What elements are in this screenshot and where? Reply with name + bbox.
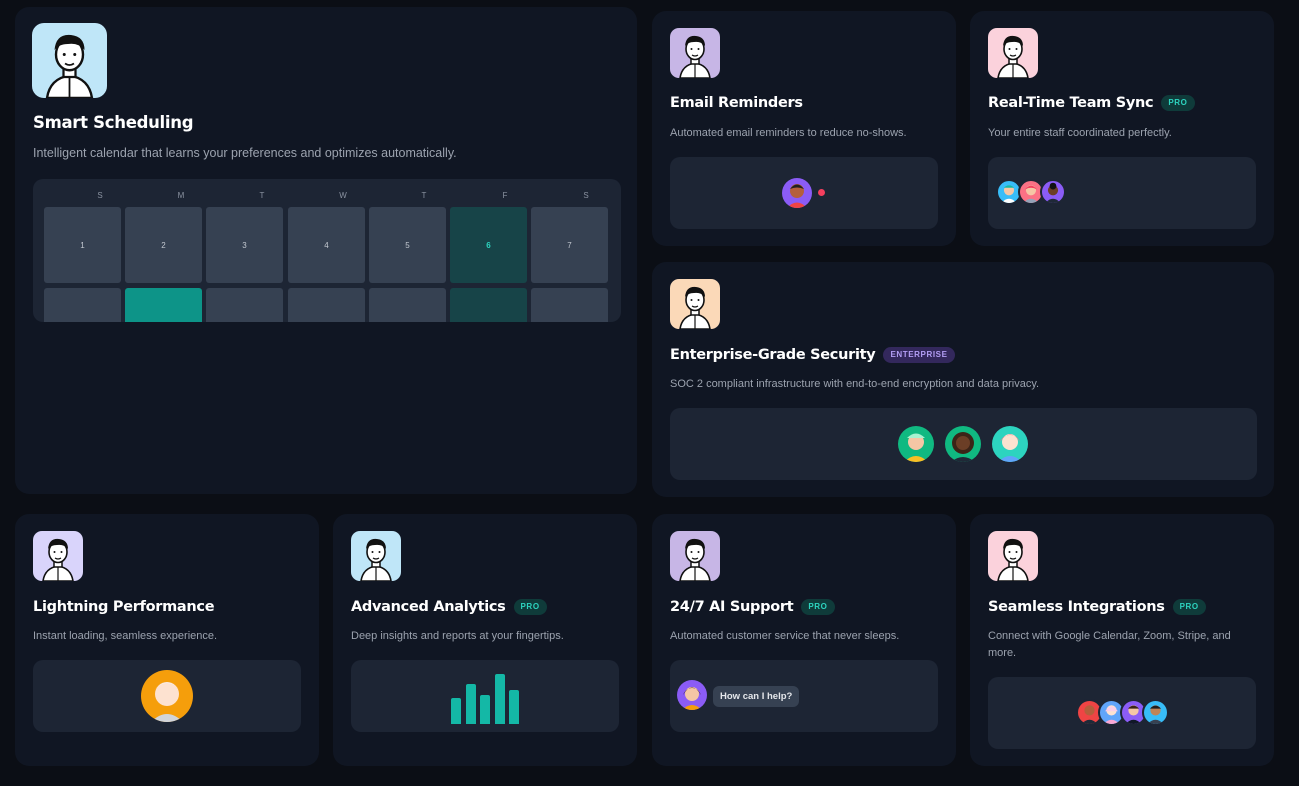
card-ai-support: 24/7 AI Support PRO Automated customer se… <box>652 514 956 766</box>
person-avatar-icon <box>898 426 934 462</box>
card-title: Email Reminders <box>670 95 803 111</box>
calendar-day-cell[interactable] <box>206 288 283 322</box>
calendar-day-cell[interactable] <box>44 288 121 322</box>
pro-badge: PRO <box>1172 599 1206 615</box>
calendar-day-cell[interactable]: 4 <box>288 207 365 283</box>
person-avatar-icon <box>945 426 981 462</box>
calendar-day-cell[interactable]: 1 <box>44 207 121 283</box>
analytics-chart-preview <box>351 660 619 732</box>
calendar-day-header: S <box>97 191 103 200</box>
reminder-preview <box>670 157 938 229</box>
card-description: SOC 2 compliant infrastructure with end-… <box>670 378 1040 390</box>
assistant-avatar-icon <box>677 680 707 710</box>
card-smart-scheduling: Smart Scheduling Intelligent calendar th… <box>15 7 637 494</box>
calendar-day-cell[interactable]: 5 <box>369 207 446 283</box>
chat-message: How can I help? <box>713 686 800 707</box>
card-analytics: Advanced Analytics PRO Deep insights and … <box>333 514 637 766</box>
notification-dot-icon <box>818 189 825 196</box>
user-avatar-icon <box>33 531 83 581</box>
person-avatar-icon <box>992 426 1028 462</box>
team-member-avatar-icon <box>1040 179 1066 205</box>
card-description: Instant loading, seamless experience. <box>33 630 218 642</box>
card-description: Automated email reminders to reduce no-s… <box>670 127 907 139</box>
calendar-day-cell[interactable]: 3 <box>206 207 283 283</box>
calendar-day-cell[interactable] <box>288 288 365 322</box>
card-team-sync: Real-Time Team Sync PRO Your entire staff… <box>970 11 1274 246</box>
card-title: Lightning Performance <box>33 599 215 615</box>
user-avatar-icon <box>988 531 1038 581</box>
analytics-bar <box>465 684 476 724</box>
analytics-bar <box>451 698 461 724</box>
security-preview <box>670 408 1257 480</box>
user-avatar-icon <box>32 23 107 98</box>
card-description: Automated customer service that never sl… <box>670 630 900 642</box>
calendar-day-header: F <box>502 191 508 200</box>
user-avatar-icon <box>670 279 720 329</box>
card-title: Smart Scheduling <box>33 113 194 132</box>
analytics-bar <box>494 674 505 724</box>
calendar-day-header: M <box>177 191 185 200</box>
team-preview <box>988 157 1256 229</box>
analytics-bar <box>480 695 490 724</box>
calendar-day-cell[interactable]: 7 <box>531 207 608 283</box>
integrations-preview <box>988 677 1256 749</box>
performance-preview <box>33 660 301 732</box>
calendar-preview: S M T W T F S 1 2 3 4 5 6 7 <box>33 179 621 322</box>
card-title: 24/7 AI Support PRO <box>670 599 835 615</box>
card-title: Seamless Integrations PRO <box>988 599 1206 615</box>
calendar-day-cell-selected[interactable] <box>450 288 527 322</box>
user-avatar-icon <box>670 531 720 581</box>
pro-badge: PRO <box>513 599 547 615</box>
card-description: Your entire staff coordinated perfectly. <box>988 127 1172 139</box>
pro-badge: PRO <box>801 599 835 615</box>
calendar-day-header: T <box>259 191 265 200</box>
card-description: Deep insights and reports at your finger… <box>351 630 564 642</box>
user-avatar-icon <box>351 531 401 581</box>
pro-badge: PRO <box>1161 95 1195 111</box>
enterprise-badge: ENTERPRISE <box>883 347 955 363</box>
calendar-day-header: S <box>583 191 589 200</box>
person-avatar-icon <box>782 178 812 208</box>
user-avatar-icon <box>988 28 1038 78</box>
card-security: Enterprise-Grade Security ENTERPRISE SOC … <box>652 262 1274 497</box>
card-title: Advanced Analytics PRO <box>351 599 547 615</box>
analytics-bar <box>509 690 519 724</box>
card-title: Real-Time Team Sync PRO <box>988 95 1195 111</box>
card-performance: Lightning Performance Instant loading, s… <box>15 514 319 766</box>
integration-avatar-icon <box>1142 699 1169 726</box>
card-integrations: Seamless Integrations PRO Connect with Go… <box>970 514 1274 766</box>
card-description: Intelligent calendar that learns your pr… <box>33 146 457 160</box>
calendar-day-cell[interactable]: 2 <box>125 207 202 283</box>
calendar-day-cell[interactable] <box>531 288 608 322</box>
calendar-day-header: W <box>339 191 347 200</box>
user-avatar-icon <box>670 28 720 78</box>
chat-preview: How can I help? <box>670 660 938 732</box>
calendar-day-cell-selected[interactable]: 6 <box>450 207 527 283</box>
card-description: Connect with Google Calendar, Zoom, Stri… <box>988 630 1231 659</box>
calendar-day-header: T <box>421 191 427 200</box>
calendar-event-cell[interactable] <box>125 288 202 322</box>
card-email-reminders: Email Reminders Automated email reminder… <box>652 11 956 246</box>
person-avatar-icon <box>141 670 193 722</box>
calendar-day-cell[interactable] <box>369 288 446 322</box>
card-title: Enterprise-Grade Security ENTERPRISE <box>670 347 955 363</box>
